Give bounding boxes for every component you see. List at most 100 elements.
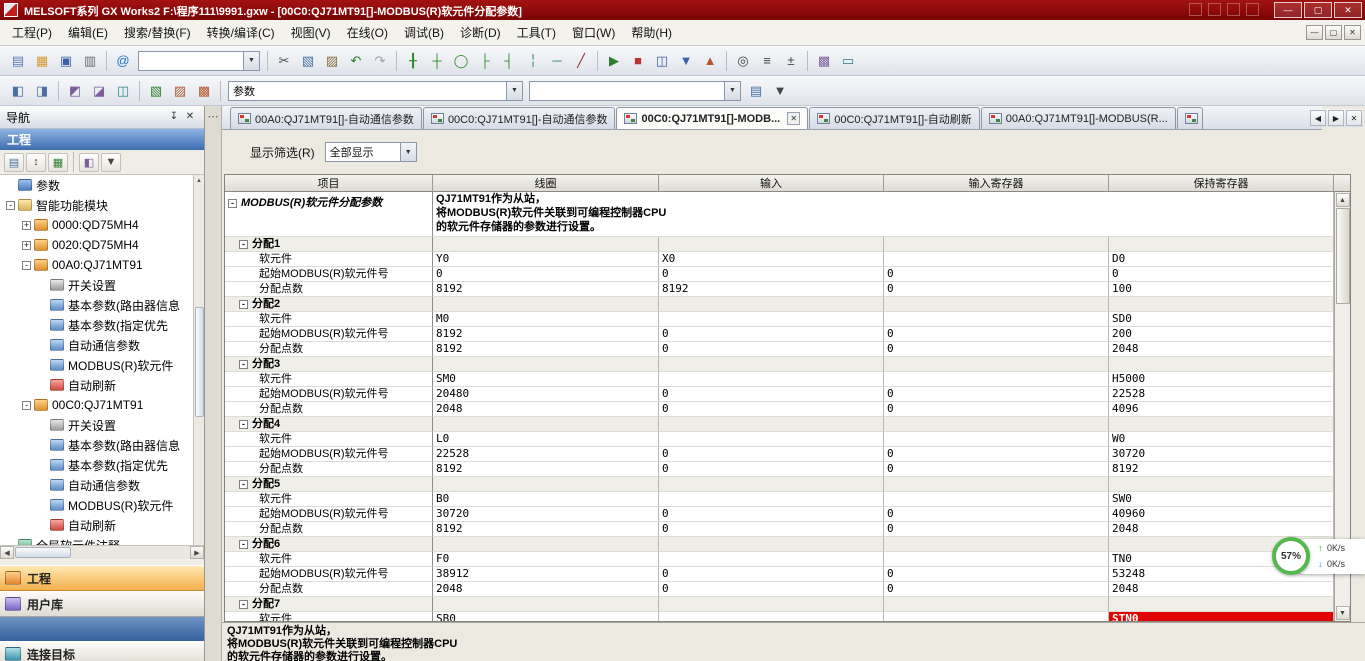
value-cell[interactable]: 2048 — [433, 582, 659, 597]
tree-item[interactable]: -00C0:QJ71MT91 — [0, 395, 193, 415]
tree-item[interactable]: -00A0:QJ71MT91 — [0, 255, 193, 275]
progress-badge[interactable]: 57% — [1272, 537, 1310, 575]
collapse-icon[interactable]: - — [6, 201, 15, 210]
undo-icon[interactable]: ↶ — [345, 50, 367, 72]
ladder-closed-contact-icon[interactable]: ┼ — [426, 50, 448, 72]
menu-item-2[interactable]: 搜索/替换(F) — [116, 23, 199, 43]
ladder-join-icon[interactable]: ┤ — [498, 50, 520, 72]
group-empty-cell[interactable] — [884, 477, 1109, 492]
value-cell[interactable]: 2048 — [1109, 342, 1334, 357]
collapsed-panel-strip[interactable]: ⋯ — [205, 106, 222, 661]
value-cell[interactable]: X0 — [659, 252, 884, 267]
collapse-icon[interactable]: - — [239, 360, 248, 369]
value-cell[interactable] — [884, 372, 1109, 387]
quick-access-combo[interactable]: ▼ — [138, 51, 260, 71]
collapse-icon[interactable]: - — [239, 540, 248, 549]
value-cell[interactable]: SB0 — [433, 612, 659, 621]
value-cell[interactable]: 8192 — [433, 327, 659, 342]
group-empty-cell[interactable] — [1109, 357, 1334, 372]
dropdown-icon[interactable]: ▼ — [243, 52, 259, 70]
write-plc-icon[interactable]: ▲ — [699, 50, 721, 72]
group-label-cell[interactable]: -分配2 — [225, 297, 433, 312]
value-cell[interactable]: W0 — [1109, 432, 1334, 447]
group-label-cell[interactable]: -分配3 — [225, 357, 433, 372]
restore-button[interactable]: ▢ — [1304, 2, 1332, 18]
menu-item-0[interactable]: 工程(P) — [4, 23, 60, 43]
value-cell[interactable]: 2048 — [1109, 582, 1334, 597]
value-cell[interactable]: 0 — [659, 507, 884, 522]
group-label-cell[interactable]: -分配1 — [225, 237, 433, 252]
value-cell[interactable]: 0 — [659, 402, 884, 417]
output-window-icon[interactable]: ◨ — [31, 80, 53, 102]
value-cell[interactable]: 0 — [659, 582, 884, 597]
tab-3[interactable]: 00C0:QJ71MT91[]-自动刷新 — [809, 107, 980, 129]
close-tab-icon[interactable]: ✕ — [787, 112, 800, 125]
plugin-icon[interactable] — [1189, 3, 1202, 16]
tab-2[interactable]: 00C0:QJ71MT91[]-MODB...✕ — [616, 107, 808, 129]
tree-item[interactable]: MODBUS(R)软元件 — [0, 495, 193, 515]
value-cell[interactable]: B0 — [433, 492, 659, 507]
menu-item-10[interactable]: 帮助(H) — [623, 23, 680, 43]
value-cell[interactable]: 0 — [659, 447, 884, 462]
minimize-button[interactable]: — — [1274, 2, 1302, 18]
toolbar-options-icon[interactable]: ▼ — [769, 80, 791, 102]
value-cell[interactable] — [884, 552, 1109, 567]
device-test-icon[interactable]: ▩ — [813, 50, 835, 72]
collapse-icon[interactable]: - — [228, 199, 237, 208]
group-empty-cell[interactable] — [884, 537, 1109, 552]
value-cell[interactable]: Y0 — [433, 252, 659, 267]
pin-icon[interactable]: ↧ — [166, 110, 182, 124]
value-cell[interactable]: 0 — [659, 567, 884, 582]
child-minimize-button[interactable]: — — [1306, 25, 1323, 40]
value-cell[interactable] — [659, 312, 884, 327]
open-project-icon[interactable]: ▦ — [31, 50, 53, 72]
value-cell[interactable] — [659, 432, 884, 447]
group-label-cell[interactable]: -分配7 — [225, 597, 433, 612]
tree-item[interactable]: 自动通信参数 — [0, 335, 193, 355]
nav-button-user-library[interactable]: 用户库 — [0, 591, 204, 617]
value-cell[interactable]: 100 — [1109, 282, 1334, 297]
scroll-up-icon[interactable]: ▲ — [194, 175, 205, 187]
group-empty-cell[interactable] — [433, 597, 659, 612]
group-empty-cell[interactable] — [1109, 417, 1334, 432]
value-cell[interactable] — [884, 432, 1109, 447]
tree-item[interactable]: +0020:QD75MH4 — [0, 235, 193, 255]
value-cell[interactable] — [884, 252, 1109, 267]
value-cell[interactable]: 0 — [659, 342, 884, 357]
group-empty-cell[interactable] — [433, 537, 659, 552]
tab-close-icon[interactable]: ✕ — [1346, 110, 1362, 126]
group-empty-cell[interactable] — [659, 417, 884, 432]
tree-item[interactable]: 参数 — [0, 175, 193, 195]
expand-icon[interactable]: + — [22, 241, 31, 250]
zoom-icon[interactable]: ± — [780, 50, 802, 72]
value-cell[interactable] — [659, 492, 884, 507]
cut-icon[interactable]: ✂ — [273, 50, 295, 72]
tree-item[interactable]: MODBUS(R)软元件 — [0, 355, 193, 375]
value-cell[interactable]: 0 — [884, 522, 1109, 537]
menu-item-1[interactable]: 编辑(E) — [60, 23, 116, 43]
device-comment-combo[interactable]: 参数▼ — [228, 81, 523, 101]
print-icon[interactable]: ▥ — [79, 50, 101, 72]
tab-1[interactable]: 00C0:QJ71MT91[]-自动通信参数 — [423, 107, 616, 129]
value-cell[interactable]: M0 — [433, 312, 659, 327]
view-mode-icon[interactable]: ◧ — [79, 153, 99, 172]
plugin-icon[interactable] — [1208, 3, 1221, 16]
value-cell[interactable]: 30720 — [433, 507, 659, 522]
group-empty-cell[interactable] — [884, 297, 1109, 312]
expand-icon[interactable]: + — [22, 221, 31, 230]
group-empty-cell[interactable] — [659, 357, 884, 372]
sort-icon[interactable]: ↕ — [26, 153, 46, 172]
read-plc-icon[interactable]: ▼ — [675, 50, 697, 72]
value-cell[interactable]: 0 — [884, 402, 1109, 417]
group-empty-cell[interactable] — [433, 297, 659, 312]
tree-item[interactable]: 基本参数(指定优先 — [0, 315, 193, 335]
ladder-horizontal-line-icon[interactable]: ─ — [546, 50, 568, 72]
simulation-icon[interactable]: ▭ — [837, 50, 859, 72]
menu-item-4[interactable]: 视图(V) — [283, 23, 339, 43]
value-cell[interactable]: 200 — [1109, 327, 1334, 342]
value-cell[interactable] — [884, 312, 1109, 327]
tree-vertical-scrollbar[interactable]: ▲ — [193, 175, 204, 545]
cross-reference-icon[interactable]: ≡ — [756, 50, 778, 72]
value-cell[interactable]: 0 — [884, 267, 1109, 282]
value-cell[interactable]: SW0 — [1109, 492, 1334, 507]
